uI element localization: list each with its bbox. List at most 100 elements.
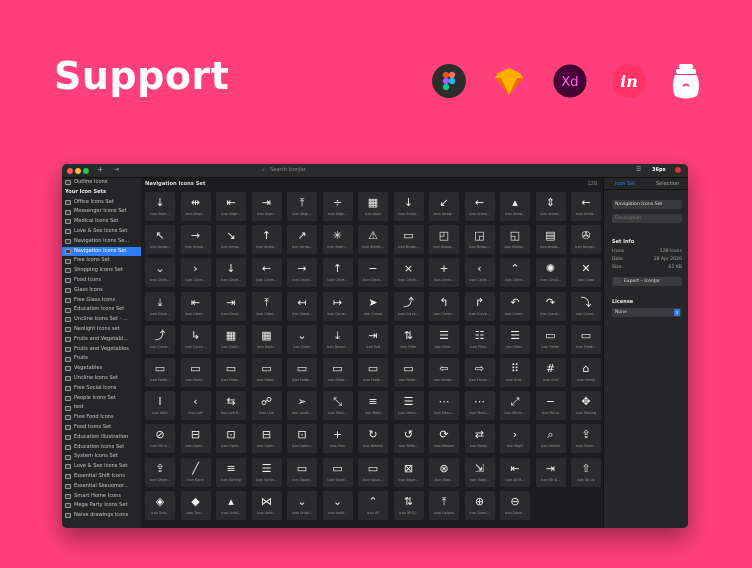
sidebar-item[interactable]: Education Icons Set (62, 443, 141, 453)
minimize-window-button[interactable] (75, 168, 81, 174)
icon-tile[interactable]: ✳ Icon Asteri... (322, 225, 353, 255)
sidebar-item[interactable]: Office Icons Set (62, 198, 141, 208)
icon-tile[interactable]: ▭ Icon Folde... (145, 358, 175, 387)
icon-tile[interactable]: ⇥ Icon Close... (216, 291, 246, 321)
icon-tile[interactable]: ⌃ Icon Circle... (500, 258, 530, 288)
search-input[interactable]: Search IconJar (270, 167, 306, 173)
icon-tile[interactable]: ⊟ Icon Open... (251, 424, 282, 454)
icon-tile[interactable]: ↗ Icon Arrow... (287, 225, 317, 255)
icon-tile[interactable]: ‹ Icon Circle... (464, 258, 495, 288)
icon-tile[interactable]: ⇲ Icon Swap... (464, 457, 495, 487)
icon-tile[interactable]: ⤒ Icon Close... (251, 291, 282, 321)
icon-tile[interactable]: ▭ Icon Folde... (251, 358, 282, 387)
sidebar-item[interactable]: Messenger Icons Set (62, 207, 141, 217)
icon-tile[interactable]: ↦ Icon Corne... (322, 291, 353, 321)
icon-tile[interactable]: ⇦ Icon Forwa... (429, 358, 459, 387)
icon-tile[interactable]: ⇪ Icon Share... (571, 424, 601, 454)
icon-tile[interactable]: ▤ Icon Brows... (535, 225, 566, 255)
add-icon[interactable]: + (97, 165, 104, 174)
icon-tile[interactable]: ▭ Icon Squar... (358, 457, 388, 487)
icon-tile[interactable]: − Icon Circle... (358, 258, 388, 288)
icon-tile[interactable]: ⇥ Icon Align... (251, 192, 282, 221)
icon-tile[interactable]: ⇆ Icon Left R... (216, 391, 246, 421)
sidebar-item[interactable]: Navigation Icons Se... (62, 237, 141, 247)
icon-tile[interactable]: I Icon Italic (145, 391, 175, 421)
description-field[interactable]: Description (612, 214, 682, 223)
icon-tile[interactable]: ✕ Icon Close (571, 258, 601, 288)
icon-tile[interactable]: ⤓ Icon Close... (145, 291, 175, 321)
icon-tile[interactable]: ⊗ Icon Stop... (429, 457, 459, 487)
icon-tile[interactable]: ⋯ Icon Menu... (464, 391, 495, 421)
icon-tile[interactable]: ▭ Icon Folde... (287, 358, 317, 387)
sidebar-item[interactable]: Education Illustration (62, 433, 141, 443)
icon-tile[interactable]: ⤓ Icon Downl... (322, 324, 353, 354)
import-icon[interactable]: ⇥ (114, 166, 119, 173)
icon-tile[interactable]: ⇪ Icon Share... (145, 457, 175, 487)
icon-tile[interactable]: ⋯ Icon Menu... (429, 391, 459, 421)
icon-tile[interactable]: ▴ Icon Unfol... (216, 490, 246, 520)
icon-tile[interactable]: ↤ Icon Close... (287, 291, 317, 321)
icon-tile[interactable]: ◱ Icon Brows... (500, 225, 530, 255)
sidebar-item[interactable]: Love & Sex Icons Set (62, 462, 141, 472)
icon-tile[interactable]: ▭ Icon Folder (535, 324, 566, 354)
icon-tile[interactable]: ☷ Icon Filter... (464, 324, 495, 354)
icon-tile[interactable]: ← Icon Circle... (251, 258, 282, 288)
icon-tile[interactable]: › Icon Right (500, 424, 530, 454)
icon-tile[interactable]: ↱ Icon Curve... (464, 291, 495, 321)
icon-tile[interactable]: ≡ Icon Menu (358, 391, 388, 421)
icon-tile[interactable]: ⊕ Icon Zoom... (464, 490, 495, 520)
icon-tile[interactable]: ▦ Icon Apps (358, 192, 388, 221)
icon-tile[interactable]: ⌄ Icon Circle... (145, 258, 175, 288)
sidebar-item[interactable]: Food Icons Set (62, 423, 141, 433)
icon-tile[interactable]: ↓ Icon Align... (145, 192, 175, 221)
sidebar-item[interactable]: Uncline Icons Set - ... (62, 315, 141, 325)
icon-tile[interactable]: ☰ Icon Filter... (500, 324, 530, 354)
icon-tile[interactable]: ⤒ Icon Upload (429, 490, 459, 520)
icon-tile[interactable]: ✺ Icon Circul... (535, 258, 566, 288)
icon-tile[interactable]: ⇤ Icon Align... (216, 192, 246, 221)
sidebar-item[interactable]: Free Food Icons (62, 413, 141, 423)
icon-tile[interactable]: ▦ Icon Dash... (216, 324, 246, 354)
sidebar-item[interactable]: Navigation Icons Set (62, 246, 141, 257)
icon-tile[interactable]: → Icon Circle... (287, 258, 317, 288)
sidebar-item[interactable]: Fruits and Vegetabl... (62, 335, 141, 345)
icon-tile[interactable]: ⋈ Icon Unfol... (251, 490, 282, 520)
icon-tile[interactable]: ◲ Icon Brows... (464, 225, 495, 255)
icon-tile[interactable]: ↓ Icon Arrow... (393, 192, 424, 221)
icon-tile[interactable]: ⇤ Icon Close... (180, 291, 211, 321)
icon-tile[interactable]: ← Icon Arrow... (571, 192, 601, 221)
sidebar-item[interactable]: System Icons Set (62, 452, 141, 462)
icon-tile[interactable]: ⇄ Icon Rotat... (464, 424, 495, 454)
icon-tile[interactable]: ‹ Icon Left (180, 391, 211, 421)
icon-tile[interactable]: ↙ Icon Arrow... (429, 192, 459, 221)
sidebar-item[interactable]: test (62, 403, 141, 413)
sidebar-item[interactable]: Naive drawings icons (62, 511, 141, 521)
icon-tile[interactable]: + Icon Plus (322, 424, 353, 454)
icon-tile[interactable]: ⤢ Icon Minim... (500, 391, 530, 421)
icon-tile[interactable]: ✥ Icon Moving (571, 391, 601, 421)
sidebar-item[interactable]: Food Icons (62, 276, 141, 286)
icon-tile[interactable]: ⇤ Icon Str B... (500, 457, 530, 487)
icon-tile[interactable]: ⤵ Icon Curve... (571, 291, 601, 321)
icon-tile[interactable]: ⊘ Icon NO A... (145, 424, 175, 454)
icon-tile[interactable]: ▭ Icon Folde... (180, 358, 211, 387)
icon-tile[interactable]: ◆ Icon Turn... (180, 490, 211, 520)
icon-size-label[interactable]: 36px (652, 167, 666, 173)
icon-tile[interactable]: ☰ Icon Sortin... (251, 457, 282, 487)
icon-tile[interactable]: ◰ Icon Brows... (429, 225, 459, 255)
icon-tile[interactable]: ⊡ Icon Open... (287, 424, 317, 454)
icon-tile[interactable]: ⇥ Icon Str B... (535, 457, 566, 487)
sidebar-item[interactable]: Essential Skeuomor... (62, 482, 141, 492)
icon-tile[interactable]: ▴ Icon Arrow... (500, 192, 530, 221)
icon-tile[interactable]: ▭ Icon Folde... (358, 358, 388, 387)
filter-icon[interactable]: ☰ (636, 166, 641, 173)
set-name-field[interactable]: Navigation Icons Set (612, 200, 682, 209)
icon-tile[interactable]: ⤒ Icon Align... (287, 192, 317, 221)
tab-icon-set[interactable]: Icon Set (615, 181, 635, 187)
icon-tile[interactable]: ⌃ Icon UP (358, 490, 388, 520)
icon-tile[interactable]: − Icon Minus (535, 391, 566, 421)
close-window-button[interactable] (67, 168, 73, 174)
sidebar-item[interactable]: Glass Icons (62, 286, 141, 296)
sidebar-item[interactable]: People Icons Set (62, 394, 141, 404)
license-select[interactable]: None ⇕ (612, 308, 682, 317)
